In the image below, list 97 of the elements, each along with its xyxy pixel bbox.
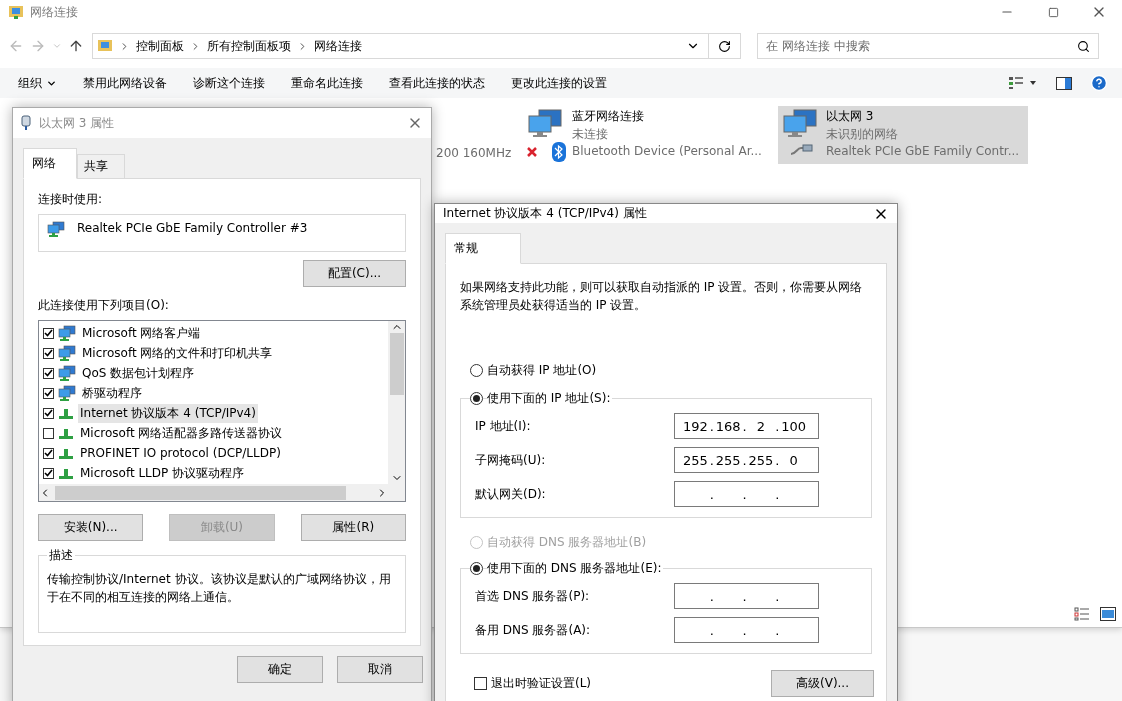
network-computer-icon [58, 385, 76, 401]
ip-address-field[interactable]: 255.255.255. 0 [674, 447, 819, 473]
connection-status: 未连接 [572, 126, 609, 143]
toolbar-button[interactable]: 禁用此网络设备 [75, 70, 175, 96]
group-label: 描述 [47, 547, 75, 564]
ethernet-plug-icon [21, 115, 31, 131]
breadcrumb-item[interactable]: 所有控制面板项 [207, 37, 291, 55]
list-item[interactable]: QoS 数据包计划程序 [80, 363, 197, 383]
protocol-icon [58, 466, 74, 480]
list-item[interactable]: Microsoft LLDP 协议驱动程序 [78, 463, 247, 483]
bluetooth-disconnected-icon [526, 142, 566, 162]
dialog-title: Internet 协议版本 4 (TCP/IPv4) 属性 [443, 205, 648, 222]
dialog-button[interactable]: 安装(N)... [38, 514, 144, 541]
tab[interactable]: 常规 [445, 233, 521, 264]
list-item[interactable]: 桥驱动程序 [80, 383, 144, 403]
network-adapter-icon [47, 221, 65, 237]
connect-using-label: 连接时使用: [38, 191, 104, 208]
organize-menu[interactable]: 组织 [10, 70, 65, 96]
breadcrumb-item[interactable]: 控制面板 [136, 37, 184, 55]
view-options-icon[interactable] [1008, 76, 1038, 90]
checkbox[interactable] [43, 347, 54, 359]
search-field[interactable]: 在 网络连接 中搜索 [757, 33, 1099, 59]
preview-pane-icon[interactable] [1056, 76, 1072, 90]
connection-detail: 200 160MHz [436, 146, 513, 160]
radio-option[interactable]: 自动获得 IP 地址(O) [470, 360, 872, 380]
checkbox[interactable] [43, 467, 54, 479]
checkbox-label: 退出时验证设置(L) [491, 675, 592, 692]
large-icons-view-icon[interactable] [1100, 607, 1116, 621]
network-folder-icon [8, 4, 24, 20]
radio-option[interactable]: 使用下面的 IP 地址(S): [470, 388, 872, 408]
checkbox[interactable] [43, 427, 54, 439]
field-label: 子网掩码(U): [475, 451, 546, 469]
scrollbar-thumb[interactable] [389, 333, 404, 395]
checkbox[interactable] [474, 677, 487, 690]
ok-button[interactable]: 确定 [237, 656, 323, 683]
list-item[interactable]: Microsoft 网络的文件和打印机共享 [80, 343, 275, 363]
network-computer-icon [58, 325, 76, 341]
tab[interactable]: 网络 [23, 148, 77, 179]
toolbar-button[interactable]: 诊断这个连接 [185, 70, 273, 96]
connection-device: Realtek PCIe GbE Family Contr... [826, 144, 1020, 158]
details-view-icon[interactable] [1074, 607, 1090, 621]
horizontal-scrollbar[interactable] [39, 484, 388, 501]
toolbar-button[interactable]: 重命名此连接 [283, 70, 371, 96]
protocol-icon [58, 446, 74, 460]
protocol-icon [58, 426, 74, 440]
refresh-icon[interactable] [718, 39, 731, 53]
intro-text: 如果网络支持此功能，则可以获取自动指派的 IP 设置。否则，你需要从网络系统管理员处获得适当的 IP 设置。 [460, 279, 864, 314]
checkbox[interactable] [43, 407, 54, 419]
field-label: 首选 DNS 服务器(P): [475, 587, 590, 605]
configure-button[interactable]: 配置(C)... [303, 260, 406, 287]
connection-name: 蓝牙网络连接 [572, 108, 645, 125]
tab[interactable]: 共享 [77, 154, 125, 179]
radio-option[interactable]: 使用下面的 DNS 服务器地址(E): [470, 558, 872, 578]
adapter-name: Realtek PCIe GbE Family Controller #3 [77, 221, 308, 235]
up-icon[interactable] [68, 38, 84, 54]
list-item[interactable]: Internet 协议版本 4 (TCP/IPv4) [78, 403, 258, 423]
field-label: IP 地址(I): [475, 417, 531, 435]
cancel-button[interactable]: 取消 [337, 656, 423, 683]
ip-address-field[interactable]: . . . [674, 583, 819, 609]
advanced-button[interactable]: 高级(V)... [771, 670, 874, 697]
vertical-scrollbar[interactable] [388, 321, 405, 484]
protocol-icon [58, 406, 74, 420]
help-icon[interactable] [1090, 74, 1108, 92]
checkbox[interactable] [43, 447, 54, 459]
connection-item[interactable]: 蓝牙网络连接 未连接 Bluetooth Device (Personal Ar... [522, 106, 772, 164]
connection-device: Bluetooth Device (Personal Ar... [572, 144, 762, 158]
list-item[interactable]: Microsoft 网络适配器多路传送器协议 [78, 423, 285, 443]
toolbar-button[interactable]: 更改此连接的设置 [503, 70, 615, 96]
field-label: 备用 DNS 服务器(A): [475, 621, 591, 639]
checkbox[interactable] [43, 387, 54, 399]
breadcrumb-item[interactable]: 网络连接 [314, 37, 362, 55]
connection-item[interactable]: 以太网 3 未识别的网络 Realtek PCIe GbE Family Contr... [778, 106, 1028, 164]
toolbar-button[interactable]: 查看此连接的状态 [381, 70, 493, 96]
maximize-icon[interactable] [1047, 6, 1059, 18]
window-title: 网络连接 [30, 3, 79, 21]
control-panel-icon [97, 38, 113, 54]
ip-address-field[interactable]: . . . [674, 481, 819, 507]
search-icon[interactable] [1077, 39, 1090, 53]
scrollbar-thumb[interactable] [55, 485, 346, 500]
address-bar[interactable]: 控制面板 所有控制面板项 网络连接 [92, 33, 709, 59]
checkbox[interactable] [43, 367, 54, 379]
checkbox[interactable] [43, 327, 54, 339]
connection-name: 以太网 3 [826, 108, 875, 125]
ip-address-field[interactable]: 192.168. 2 .100 [674, 413, 819, 439]
refresh-button[interactable] [709, 33, 741, 59]
list-item[interactable]: Microsoft 网络客户端 [80, 323, 203, 343]
dialog-button[interactable]: 属性(R) [300, 514, 406, 541]
cable-icon [789, 142, 813, 156]
network-computer-icon [58, 365, 76, 381]
connection-status: 未识别的网络 [826, 126, 899, 143]
ip-address-field[interactable]: . . . [674, 617, 819, 643]
network-computer-icon [58, 345, 76, 361]
dialog-title: 以太网 3 属性 [39, 114, 116, 132]
field-label: 默认网关(D): [475, 485, 546, 503]
description-text: 传输控制协议/Internet 协议。该协议是默认的广域网络协议，用于在不同的相互连接的网络上通信。 [47, 571, 392, 606]
list-item[interactable]: PROFINET IO protocol (DCP/LLDP) [78, 445, 283, 461]
items-label: 此连接使用下列项目(O): [38, 297, 170, 314]
